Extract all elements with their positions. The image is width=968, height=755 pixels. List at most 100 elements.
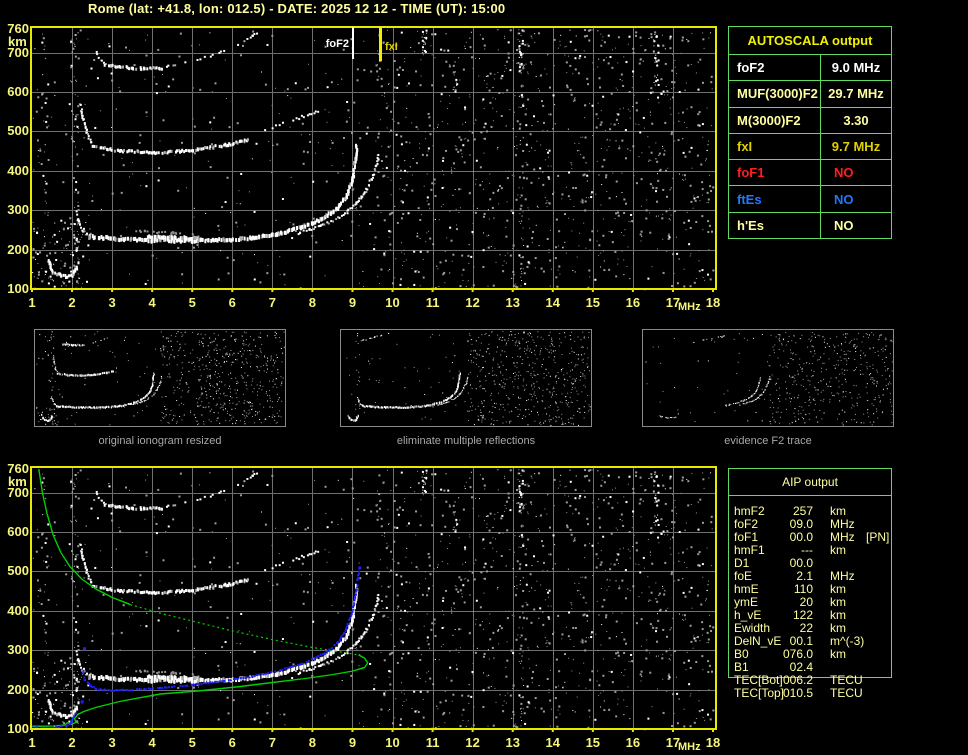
autoscala-row-value: 9.7 MHz bbox=[831, 138, 881, 154]
page-title: Rome (lat: +41.8, lon: 012.5) - DATE: 20… bbox=[88, 1, 506, 16]
y-tick-label: 500 bbox=[7, 123, 29, 139]
x-tick-label: 13 bbox=[505, 735, 520, 750]
thumbnail-caption: eliminate multiple reflections bbox=[396, 435, 536, 447]
thumbnail-caption: original ionogram resized bbox=[98, 435, 222, 447]
x-tick-label: 8 bbox=[308, 295, 317, 310]
x-tick-label: 14 bbox=[545, 735, 560, 750]
ionogram-bottom-canvas bbox=[30, 466, 717, 732]
x-tick-label: 11 bbox=[425, 735, 440, 750]
x-tick-label: 6 bbox=[228, 735, 236, 750]
x-tick-label: 18 bbox=[705, 295, 721, 310]
x-tick-label: 15 bbox=[585, 735, 601, 750]
x-tick-label: 2 bbox=[68, 735, 76, 750]
autoscala-row-hes: h'Es NO bbox=[729, 212, 891, 238]
autoscala-row-label: foF1 bbox=[729, 160, 821, 186]
y-tick-label: 400 bbox=[7, 162, 29, 178]
x-tick-label: 3 bbox=[108, 735, 116, 750]
autoscala-window: { "title": "Rome (lat: +41.8, lon: 012.5… bbox=[0, 0, 968, 755]
autoscala-row-label: h'Es bbox=[729, 212, 821, 238]
x-tick-label: 1 bbox=[28, 295, 36, 310]
autoscala-output-table: AUTOSCALA output foF2 9.0 MHz MUF(3000)F2 2… bbox=[728, 26, 892, 239]
foF2-marker-label: foF2 bbox=[325, 38, 349, 50]
aip-unit: km bbox=[830, 647, 846, 661]
x-tick-label: 13 bbox=[505, 295, 520, 310]
autoscala-row-label: foF2 bbox=[729, 55, 821, 81]
aip-table-title: AIP output bbox=[729, 469, 891, 496]
x-tick-label: 8 bbox=[308, 735, 317, 750]
ionogram-top-canvas bbox=[30, 26, 717, 292]
y-axis-unit-label: km bbox=[8, 34, 27, 49]
aip-label: TEC[Top] bbox=[734, 686, 785, 700]
y-tick-label: 100 bbox=[7, 721, 29, 736]
aip-value: 010.5 bbox=[782, 686, 813, 700]
x-tick-label: 12 bbox=[465, 735, 480, 750]
x-tick-label: 15 bbox=[585, 295, 601, 310]
aip-output-table: AIP output hmF2 257 km foF2 09.0 MHz foF1 00.0 M… bbox=[728, 468, 892, 700]
thumbnail-original-ionogram bbox=[34, 329, 286, 427]
autoscala-row-fof1: foF1 NO bbox=[729, 160, 891, 187]
thumbnail-caption: evidence F2 trace bbox=[724, 435, 812, 447]
x-tick-label: 16 bbox=[625, 735, 641, 750]
fxI-marker-label: fxI bbox=[385, 41, 398, 53]
y-tick-label: 600 bbox=[7, 84, 29, 100]
x-tick-label: 9 bbox=[348, 735, 357, 750]
y-tick-label: 200 bbox=[7, 241, 29, 257]
fxI-marker-line bbox=[379, 27, 382, 61]
y-tick-label: 100 bbox=[7, 281, 29, 296]
y-tick-label: 200 bbox=[7, 681, 29, 697]
x-tick-label: 18 bbox=[705, 735, 721, 750]
x-axis-unit-label: MHz bbox=[678, 301, 701, 313]
x-tick-label: 10 bbox=[385, 735, 400, 750]
autoscala-table-rows: foF2 9.0 MHz MUF(3000)F2 29.7 MHz M(3000)F2 3… bbox=[729, 55, 891, 238]
y-tick-label: 300 bbox=[7, 642, 29, 658]
foF2-marker-line bbox=[352, 27, 354, 59]
thumbnail-canvas bbox=[341, 330, 591, 426]
x-tick-label: 6 bbox=[228, 295, 236, 310]
autoscala-row-label: MUF(3000)F2 bbox=[729, 81, 821, 107]
autoscala-row-fxi: fxI 9.7 MHz bbox=[729, 133, 891, 161]
x-tick-label: 3 bbox=[108, 295, 116, 310]
autoscala-row-fof2: foF2 9.0 MHz bbox=[729, 55, 891, 82]
thumbnail-evidence-f2 bbox=[642, 329, 894, 427]
x-tick-label: 14 bbox=[545, 295, 560, 310]
autoscala-row-label: fxI bbox=[729, 133, 821, 160]
x-tick-label: 2 bbox=[68, 295, 76, 310]
autoscala-row-ftes: ftEs NO bbox=[729, 186, 891, 213]
thumbnail-canvas bbox=[643, 330, 893, 426]
autoscala-row-label: ftEs bbox=[729, 186, 821, 212]
x-tick-label: 16 bbox=[625, 295, 641, 310]
autoscala-row-value: 3.30 bbox=[843, 112, 869, 128]
autoscala-row-value: NO bbox=[834, 191, 854, 207]
x-tick-label: 11 bbox=[425, 295, 440, 310]
thumbnail-eliminate-reflections bbox=[340, 329, 592, 427]
x-tick-label: 4 bbox=[148, 295, 156, 310]
thumbnail-canvas bbox=[35, 330, 285, 426]
y-tick-label: 400 bbox=[7, 602, 29, 618]
x-tick-label: 9 bbox=[348, 295, 357, 310]
x-tick-label: 10 bbox=[385, 295, 400, 310]
aip-note: [PN] bbox=[866, 530, 890, 544]
autoscala-row-m3000f2: M(3000)F2 3.30 bbox=[729, 107, 891, 134]
autoscala-row-value: 29.7 MHz bbox=[828, 86, 884, 102]
x-tick-label: 7 bbox=[268, 295, 276, 310]
x-tick-label: 12 bbox=[465, 295, 480, 310]
x-tick-label: 5 bbox=[188, 735, 196, 750]
autoscala-row-value: NO bbox=[834, 217, 854, 233]
aip-row-tectop: TEC[Top] 010.5 TECU bbox=[729, 687, 891, 700]
y-tick-label: 600 bbox=[7, 524, 29, 540]
autoscala-row-label: M(3000)F2 bbox=[729, 107, 821, 133]
autoscala-row-value: NO bbox=[834, 165, 854, 181]
autoscala-row-muf3000f2: MUF(3000)F2 29.7 MHz bbox=[729, 81, 891, 108]
y-tick-label: 300 bbox=[7, 202, 29, 218]
autoscala-row-value: 9.0 MHz bbox=[831, 60, 881, 76]
aip-unit: km bbox=[830, 543, 846, 557]
x-tick-label: 7 bbox=[268, 735, 276, 750]
x-tick-label: 4 bbox=[148, 735, 156, 750]
x-tick-label: 5 bbox=[188, 295, 196, 310]
y-tick-label: 500 bbox=[7, 563, 29, 579]
autoscala-table-title: AUTOSCALA output bbox=[729, 27, 891, 55]
aip-unit: TECU bbox=[830, 686, 863, 700]
y-axis-unit-label: km bbox=[8, 474, 27, 489]
x-axis-unit-label: MHz bbox=[678, 741, 701, 753]
x-tick-label: 1 bbox=[28, 735, 36, 750]
